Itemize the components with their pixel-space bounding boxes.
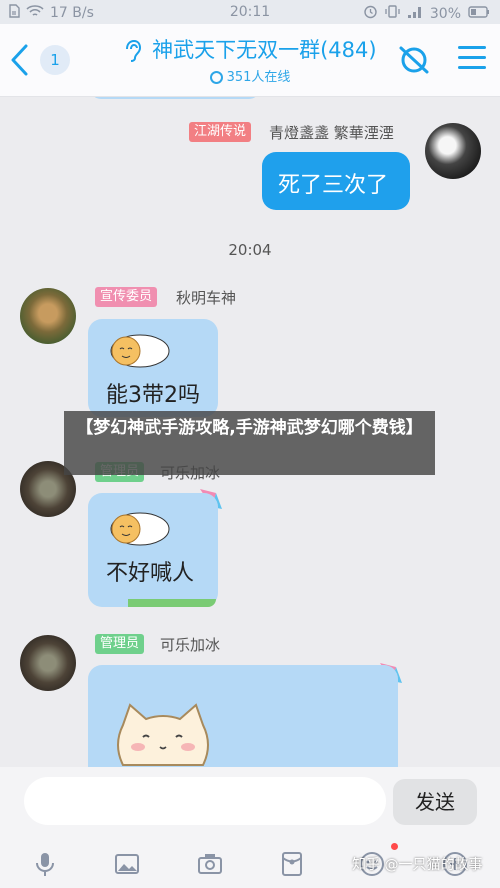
- message-timestamp: 20:04: [228, 241, 272, 259]
- camera-icon[interactable]: [196, 850, 224, 878]
- battery-level: 30%: [429, 5, 461, 22]
- sticker-emoji-icon: [110, 334, 170, 368]
- muted-icon: [399, 46, 429, 74]
- red-packet-icon[interactable]: [278, 850, 306, 878]
- mute-button[interactable]: [396, 42, 432, 78]
- input-bar: 发送: [0, 767, 500, 840]
- member-tag: 宣传委员: [95, 287, 158, 307]
- menu-icon-bar: [458, 66, 486, 69]
- menu-button[interactable]: [458, 46, 486, 72]
- message-bubble-partial[interactable]: [90, 97, 260, 99]
- sender-name[interactable]: 秋明车神: [176, 287, 236, 308]
- cat-sticker-icon: [117, 703, 209, 766]
- send-button[interactable]: 发送: [393, 779, 477, 825]
- menu-icon-bar: [458, 56, 486, 59]
- avatar[interactable]: [20, 635, 76, 691]
- menu-icon-bar: [458, 46, 486, 49]
- message-bubble[interactable]: 死了三次了: [262, 152, 410, 210]
- battery-icon: [468, 5, 490, 22]
- chat-header: 1 神武天下无双一群(484) 351人在线: [0, 24, 500, 97]
- notification-dot: [391, 843, 398, 850]
- microphone-icon[interactable]: [31, 850, 59, 878]
- sticker-bubble[interactable]: [88, 665, 398, 767]
- watermark: 知乎 @一只猫的故事: [352, 857, 483, 873]
- member-tag: 江湖传说: [189, 122, 252, 142]
- vibrate-icon: [385, 4, 400, 23]
- member-tag: 管理员: [95, 634, 145, 654]
- message-text: 不好喊人: [106, 561, 195, 586]
- sticker-emoji-icon: [110, 512, 170, 546]
- article-title-banner: 【梦幻神武手游攻略,手游神武梦幻哪个费钱】: [64, 411, 435, 475]
- message-bubble[interactable]: 能3带2吗: [88, 319, 218, 417]
- image-icon[interactable]: [113, 850, 141, 878]
- message-text: 能3带2吗: [106, 383, 200, 408]
- status-bar: 17 B/s 20:11 30%: [0, 0, 500, 24]
- online-count: 351人在线: [226, 70, 291, 85]
- message-bubble[interactable]: 不好喊人: [88, 493, 218, 607]
- online-icon: [209, 71, 223, 84]
- avatar[interactable]: [20, 288, 76, 344]
- sender-name[interactable]: 可乐加冰: [160, 634, 220, 655]
- status-right: 30%: [363, 4, 490, 23]
- sender-name[interactable]: 青燈盞盞 繁華湮湮: [269, 122, 394, 143]
- grass-decoration: [128, 599, 216, 607]
- signal-icon: [407, 5, 423, 23]
- alarm-icon: [363, 4, 378, 23]
- avatar[interactable]: [425, 123, 481, 179]
- group-title: 神武天下无双一群(484): [152, 38, 377, 62]
- message-text: 死了三次了: [278, 173, 389, 198]
- ear-icon: [126, 39, 142, 62]
- message-input[interactable]: [24, 777, 386, 825]
